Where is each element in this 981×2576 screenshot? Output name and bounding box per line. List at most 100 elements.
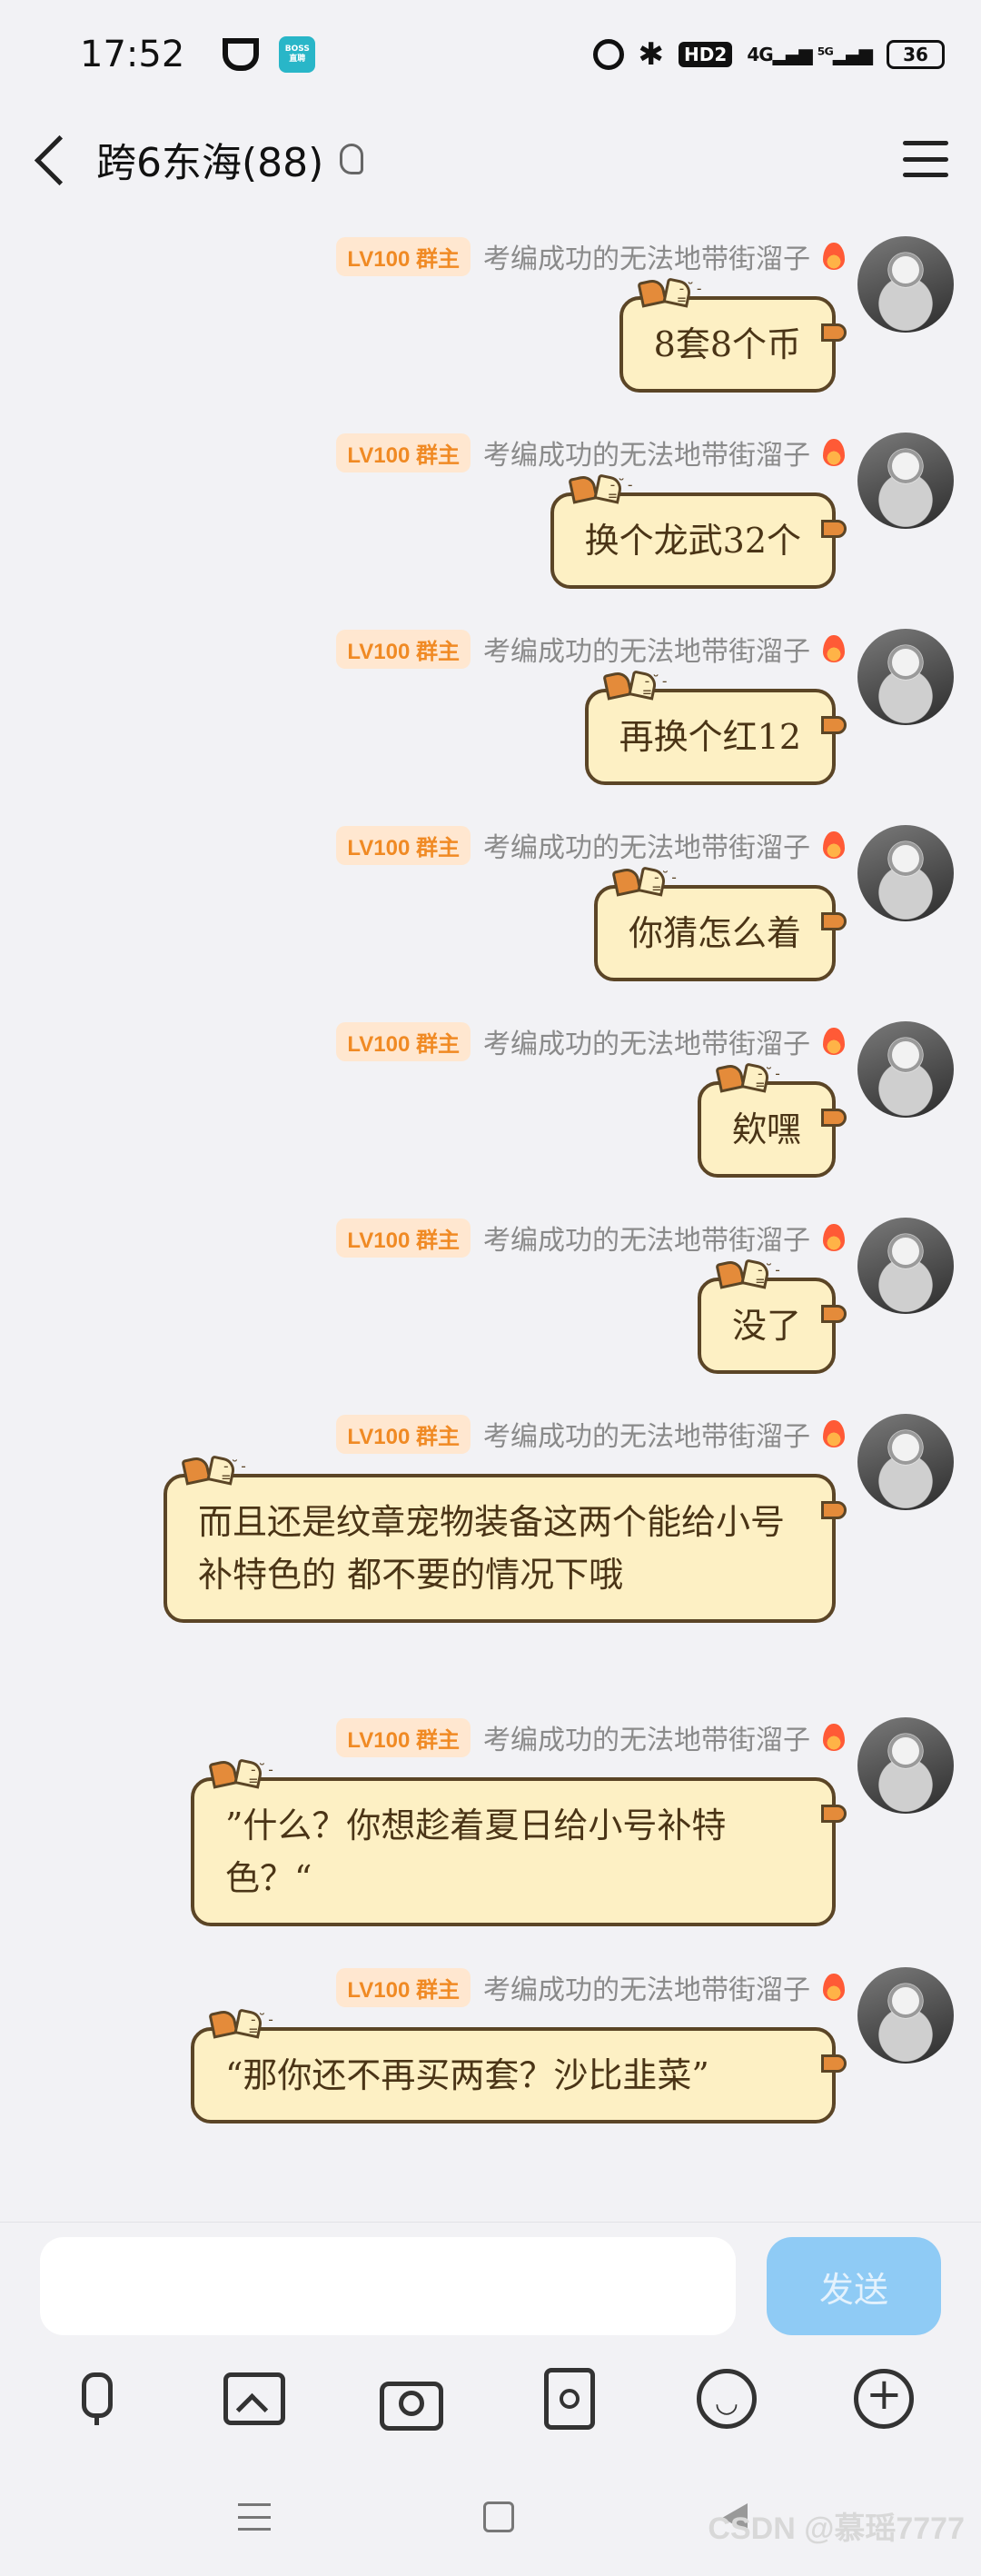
message-bubble[interactable]: -˘- = ”什么？你想趁着夏日给小号补特色？“ (191, 1763, 847, 1926)
message-meta: LV100 群主 考编成功的无法地带街溜子 (336, 1021, 845, 1061)
level-badge: LV100 群主 (336, 1414, 471, 1454)
message-meta: LV100 群主 考编成功的无法地带街溜子 (336, 825, 845, 865)
message-bubble[interactable]: -˘- = 没了 (697, 1263, 847, 1374)
input-bar: 发送 (0, 2222, 981, 2340)
message-item: LV100 群主 考编成功的无法地带街溜子 -˘- = 你猜怎么着 (27, 825, 954, 989)
sender-name[interactable]: 考编成功的无法地带街溜子 (483, 1218, 810, 1258)
message-bubble[interactable]: -˘- = 再换个红12 (584, 674, 847, 785)
sender-name[interactable]: 考编成功的无法地带街溜子 (483, 1967, 810, 2007)
flame-icon (823, 1420, 845, 1447)
home-icon[interactable] (483, 2501, 514, 2532)
message-text: 没了 (731, 1306, 801, 1346)
avatar[interactable] (857, 1414, 954, 1510)
boss-app-icon: BOSS 直聘 (279, 36, 316, 73)
sender-name[interactable]: 考编成功的无法地带街溜子 (483, 825, 810, 865)
message-list[interactable]: LV100 群主 考编成功的无法地带街溜子 -˘- = 8套8个币 LV100 群… (0, 209, 981, 2222)
alarm-icon (592, 39, 624, 70)
sender-name[interactable]: 考编成功的无法地带街溜子 (483, 1717, 810, 1757)
message-bubble[interactable]: -˘- = 8套8个币 (619, 282, 847, 393)
message-text: 欸嘿 (731, 1109, 801, 1149)
flame-icon (823, 831, 845, 859)
avatar[interactable] (857, 825, 954, 921)
message-item: LV100 群主 考编成功的无法地带街溜子 -˘- = 而且还是纹章宠物装备这两个… (27, 1414, 954, 1686)
avatar[interactable] (857, 1967, 954, 2064)
whisker-icon: -˘- = (677, 280, 704, 308)
back-arrow-icon[interactable] (33, 132, 69, 186)
whisker-icon: -˘- = (222, 1457, 248, 1486)
whisker-icon: -˘- = (608, 476, 635, 504)
send-button[interactable]: 发送 (767, 2237, 941, 2335)
hd-voice-icon: HD2 (679, 42, 733, 67)
flame-icon (823, 1974, 845, 2001)
message-meta: LV100 群主 考编成功的无法地带街溜子 (336, 1967, 845, 2007)
message-item: LV100 群主 考编成功的无法地带街溜子 -˘- = 8套8个币 (27, 236, 954, 400)
level-badge: LV100 群主 (336, 629, 471, 669)
flame-icon (823, 1224, 845, 1251)
message-meta: LV100 群主 考编成功的无法地带街溜子 (336, 1218, 845, 1258)
avatar[interactable] (857, 1717, 954, 1814)
message-text: 而且还是纹章宠物装备这两个能给小号补特色的 都不要的情况下哦 (198, 1502, 786, 1595)
avatar[interactable] (857, 236, 954, 333)
whisker-icon: -˘- = (755, 1065, 782, 1093)
level-badge: LV100 群主 (336, 825, 471, 865)
sender-name[interactable]: 考编成功的无法地带街溜子 (483, 1021, 810, 1061)
level-badge: LV100 群主 (336, 1021, 471, 1061)
avatar[interactable] (857, 629, 954, 725)
message-text: ”什么？你想趁着夏日给小号补特色？“ (225, 1805, 727, 1898)
message-input[interactable] (40, 2237, 736, 2335)
message-bubble[interactable]: -˘- = 你猜怎么着 (593, 870, 847, 981)
avatar[interactable] (857, 1218, 954, 1314)
message-item: LV100 群主 考编成功的无法地带街溜子 -˘- = ”什么？你想趁着夏日给小号… (27, 1717, 954, 1935)
status-app-icons: BOSS 直聘 (223, 36, 316, 73)
avatar[interactable] (857, 1021, 954, 1118)
message-bubble[interactable]: -˘- = “那你还不再买两套？沙比韭菜” (191, 2013, 847, 2123)
sender-name[interactable]: 考编成功的无法地带街溜子 (483, 629, 810, 669)
whisker-icon: -˘- = (249, 1761, 275, 1789)
message-text: 换个龙武32个 (584, 521, 801, 561)
chat-title[interactable]: 跨6东海(88) (96, 130, 323, 188)
plus-icon[interactable] (852, 2367, 916, 2431)
level-badge: LV100 群主 (336, 1717, 471, 1757)
red-packet-icon[interactable] (538, 2367, 601, 2431)
sender-name[interactable]: 考编成功的无法地带街溜子 (483, 1414, 810, 1454)
message-item: LV100 群主 考编成功的无法地带街溜子 -˘- = 换个龙武32个 (27, 433, 954, 596)
menu-icon[interactable] (903, 141, 948, 177)
message-meta: LV100 群主 考编成功的无法地带街溜子 (336, 433, 845, 472)
mic-icon[interactable] (65, 2367, 129, 2431)
message-text: “那你还不再买两套？沙比韭菜” (225, 2055, 709, 2095)
battery-icon: 36 (887, 40, 945, 69)
camera-icon[interactable] (380, 2367, 444, 2431)
avatar[interactable] (857, 433, 954, 529)
message-bubble[interactable]: -˘- = 换个龙武32个 (550, 478, 847, 589)
status-bar: 17:52 BOSS 直聘 ✱ HD2 4G▂▄▆ ⁵ᴳ▂▄▆ 36 (0, 0, 981, 109)
level-badge: LV100 群主 (336, 433, 471, 472)
whisker-icon: -˘- = (651, 869, 679, 897)
message-item: LV100 群主 考编成功的无法地带街溜子 -˘- = “那你还不再买两套？沙比韭… (27, 1967, 954, 2194)
flame-icon (823, 1724, 845, 1751)
message-text: 再换个红12 (619, 717, 801, 757)
message-item: LV100 群主 考编成功的无法地带街溜子 -˘- = 再换个红12 (27, 629, 954, 792)
flame-icon (823, 439, 845, 466)
level-badge: LV100 群主 (336, 1967, 471, 2007)
message-item: LV100 群主 考编成功的无法地带街溜子 -˘- = 欸嘿 (27, 1021, 954, 1185)
recent-apps-icon[interactable] (238, 2503, 271, 2531)
whisker-icon: -˘- = (249, 2011, 275, 2039)
input-toolbar (0, 2340, 981, 2458)
level-badge: LV100 群主 (336, 236, 471, 276)
didi-app-icon (223, 38, 260, 71)
sender-name[interactable]: 考编成功的无法地带街溜子 (483, 433, 810, 472)
earpiece-mode-icon[interactable] (340, 144, 364, 174)
message-text: 8套8个币 (653, 324, 801, 364)
sender-name[interactable]: 考编成功的无法地带街溜子 (483, 236, 810, 276)
image-icon[interactable] (223, 2367, 286, 2431)
flame-icon (823, 243, 845, 270)
message-bubble[interactable]: -˘- = 而且还是纹章宠物装备这两个能给小号补特色的 都不要的情况下哦 (164, 1459, 847, 1623)
flame-icon (823, 635, 845, 662)
message-meta: LV100 群主 考编成功的无法地带街溜子 (336, 1717, 845, 1757)
emoji-icon[interactable] (695, 2367, 758, 2431)
message-bubble[interactable]: -˘- = 欸嘿 (697, 1067, 847, 1178)
message-item: LV100 群主 考编成功的无法地带街溜子 -˘- = 没了 (27, 1218, 954, 1381)
watermark: CSDN @慕瑶7777 (708, 2511, 965, 2546)
signal-icon: 4G▂▄▆ ⁵ᴳ▂▄▆ (747, 44, 873, 65)
status-time: 17:52 (80, 34, 185, 75)
